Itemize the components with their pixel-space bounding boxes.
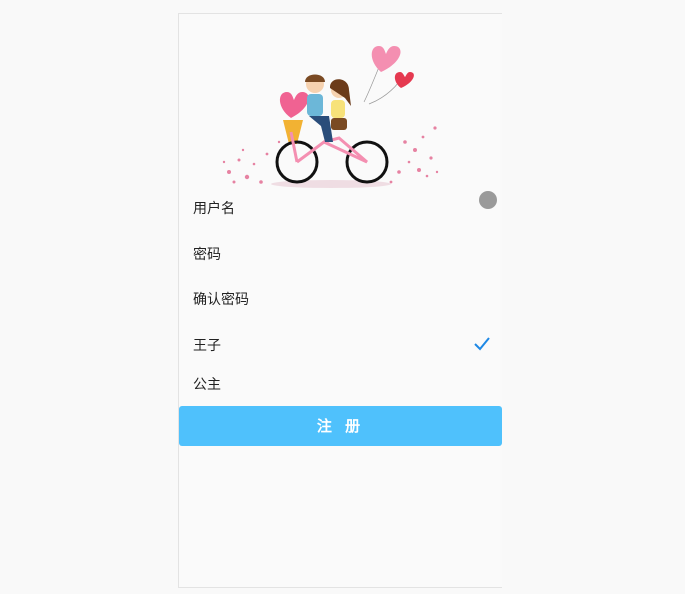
username-field[interactable]: 用户名	[193, 198, 235, 218]
checkmark-icon	[474, 337, 490, 351]
username-label: 用户名	[193, 201, 235, 217]
role-option-princess[interactable]: 公主	[193, 374, 221, 394]
clear-input-icon[interactable]	[479, 191, 497, 209]
password-field[interactable]: 密码	[193, 244, 221, 264]
register-screen: 用户名 密码 确认密码 王子 公主 注 册	[178, 13, 502, 588]
confirm-password-field[interactable]: 确认密码	[193, 289, 249, 309]
role-prince-label: 王子	[193, 338, 221, 354]
register-button[interactable]: 注 册	[179, 406, 502, 446]
password-label: 密码	[193, 247, 221, 263]
role-princess-label: 公主	[193, 377, 221, 393]
confirm-password-label: 确认密码	[193, 292, 249, 308]
role-option-prince[interactable]: 王子	[193, 335, 221, 355]
couple-bicycle-illustration	[222, 46, 439, 188]
